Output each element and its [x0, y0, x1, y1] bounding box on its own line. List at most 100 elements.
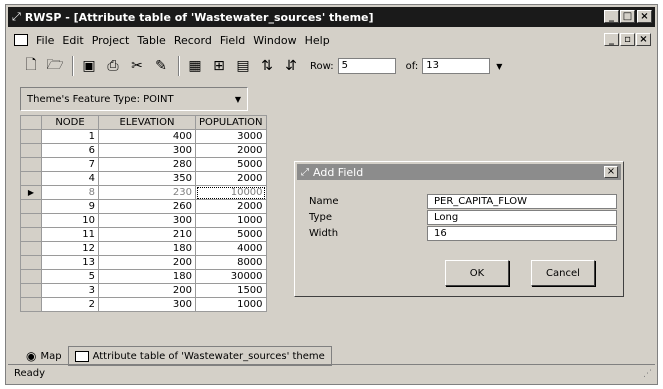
- sort-ascending-icon[interactable]: ⇅: [256, 56, 278, 76]
- table-row[interactable]: 3 200 1500: [20, 283, 267, 298]
- menu-window[interactable]: Window: [253, 34, 296, 47]
- table-cell-population[interactable]: 4000: [195, 241, 267, 256]
- table-row[interactable]: 5 180 30000: [20, 269, 267, 284]
- type-field[interactable]: Long: [427, 210, 617, 225]
- table-row[interactable]: 13 200 8000: [20, 255, 267, 270]
- row-field[interactable]: 5: [337, 58, 396, 74]
- col-header-node[interactable]: NODE: [41, 115, 99, 130]
- table-cell-elevation[interactable]: 180: [98, 269, 196, 284]
- col-header-population[interactable]: POPULATION: [195, 115, 267, 130]
- menu-field[interactable]: Field: [220, 34, 245, 47]
- save-icon[interactable]: ▣: [78, 56, 100, 76]
- cancel-button[interactable]: Cancel: [531, 260, 595, 286]
- tab-map[interactable]: ◉ Map: [20, 347, 68, 365]
- table-cell-node[interactable]: 7: [41, 157, 99, 172]
- table-cell-elevation[interactable]: 300: [98, 297, 196, 312]
- row-header[interactable]: [20, 129, 42, 144]
- width-field[interactable]: 16: [427, 226, 617, 241]
- current-row-pointer-icon[interactable]: ▶: [20, 185, 42, 200]
- menu-edit[interactable]: Edit: [62, 34, 83, 47]
- table-cell-node[interactable]: 2: [41, 297, 99, 312]
- table-cell-elevation[interactable]: 210: [98, 227, 196, 242]
- tab-attribute-table[interactable]: Attribute table of 'Wastewater_sources' …: [67, 346, 332, 366]
- row-header[interactable]: [20, 269, 42, 284]
- row-header[interactable]: [20, 199, 42, 214]
- table-cell-population[interactable]: 5000: [195, 227, 267, 242]
- menu-table[interactable]: Table: [137, 34, 165, 47]
- table-cell-population[interactable]: 2000: [195, 171, 267, 186]
- dropdown-icon[interactable]: ▼: [496, 62, 502, 71]
- chart-icon[interactable]: ▤: [232, 56, 254, 76]
- query-icon[interactable]: ⊞: [208, 56, 230, 76]
- table-cell-population[interactable]: 2000: [195, 199, 267, 214]
- print-icon[interactable]: ⎙: [102, 56, 124, 76]
- table-cell-elevation[interactable]: 280: [98, 157, 196, 172]
- table-cell-node[interactable]: 13: [41, 255, 99, 270]
- row-header[interactable]: [20, 241, 42, 256]
- table-row[interactable]: 11 210 5000: [20, 227, 267, 242]
- row-header[interactable]: [20, 143, 42, 158]
- table-icon[interactable]: ▦: [184, 56, 206, 76]
- table-cell-population[interactable]: 10000: [195, 185, 267, 200]
- col-header-elevation[interactable]: ELEVATION: [98, 115, 196, 130]
- table-row[interactable]: ▶ 8 230 10000: [20, 185, 267, 200]
- table-row[interactable]: 4 350 2000: [20, 171, 267, 186]
- table-cell-population[interactable]: 30000: [195, 269, 267, 284]
- minimize-button[interactable]: _: [604, 10, 619, 23]
- table-cell-population[interactable]: 1000: [195, 297, 267, 312]
- table-cell-elevation[interactable]: 260: [98, 199, 196, 214]
- row-header[interactable]: [20, 157, 42, 172]
- row-header[interactable]: [20, 297, 42, 312]
- doc-minimize-button[interactable]: _: [604, 33, 619, 46]
- name-field[interactable]: PER_CAPITA_FLOW: [427, 194, 617, 209]
- table-row[interactable]: 12 180 4000: [20, 241, 267, 256]
- cut-icon[interactable]: ✂: [126, 56, 148, 76]
- doc-close-button[interactable]: ×: [636, 33, 651, 46]
- table-cell-elevation[interactable]: 400: [98, 129, 196, 144]
- row-header[interactable]: [20, 255, 42, 270]
- table-cell-node[interactable]: 1: [41, 129, 99, 144]
- table-cell-population[interactable]: 1000: [195, 213, 267, 228]
- row-header[interactable]: [20, 171, 42, 186]
- table-cell-node[interactable]: 8: [41, 185, 99, 200]
- table-cell-node[interactable]: 3: [41, 283, 99, 298]
- menu-help[interactable]: Help: [305, 34, 330, 47]
- table-cell-elevation[interactable]: 350: [98, 171, 196, 186]
- close-button[interactable]: ×: [637, 10, 652, 23]
- row-header[interactable]: [20, 227, 42, 242]
- menu-project[interactable]: Project: [92, 34, 130, 47]
- table-row[interactable]: 7 280 5000: [20, 157, 267, 172]
- table-cell-node[interactable]: 6: [41, 143, 99, 158]
- chevron-down-icon[interactable]: ▼: [235, 95, 241, 104]
- table-cell-elevation[interactable]: 230: [98, 185, 196, 200]
- table-cell-population[interactable]: 5000: [195, 157, 267, 172]
- table-cell-node[interactable]: 10: [41, 213, 99, 228]
- menu-file[interactable]: File: [36, 34, 54, 47]
- table-cell-node[interactable]: 9: [41, 199, 99, 214]
- resize-grip-icon[interactable]: ⋰: [643, 369, 652, 379]
- table-row[interactable]: 2 300 1000: [20, 297, 267, 312]
- row-header[interactable]: [20, 283, 42, 298]
- open-folder-icon[interactable]: 🗁: [44, 56, 66, 76]
- table-row[interactable]: 6 300 2000: [20, 143, 267, 158]
- dialog-close-button[interactable]: ×: [604, 166, 618, 178]
- table-cell-elevation[interactable]: 200: [98, 255, 196, 270]
- sort-descending-icon[interactable]: ⇵: [280, 56, 302, 76]
- table-cell-node[interactable]: 12: [41, 241, 99, 256]
- table-cell-elevation[interactable]: 300: [98, 213, 196, 228]
- table-cell-node[interactable]: 4: [41, 171, 99, 186]
- table-cell-elevation[interactable]: 200: [98, 283, 196, 298]
- table-cell-population[interactable]: 1500: [195, 283, 267, 298]
- maximize-button[interactable]: □: [620, 10, 635, 23]
- table-cell-node[interactable]: 5: [41, 269, 99, 284]
- menu-record[interactable]: Record: [174, 34, 212, 47]
- table-row[interactable]: 10 300 1000: [20, 213, 267, 228]
- ok-button[interactable]: OK: [445, 260, 509, 286]
- table-cell-elevation[interactable]: 180: [98, 241, 196, 256]
- doc-restore-button[interactable]: ▫: [620, 33, 635, 46]
- table-cell-population[interactable]: 2000: [195, 143, 267, 158]
- table-cell-elevation[interactable]: 300: [98, 143, 196, 158]
- table-cell-population[interactable]: 3000: [195, 129, 267, 144]
- table-cell-population[interactable]: 8000: [195, 255, 267, 270]
- table-row[interactable]: 9 260 2000: [20, 199, 267, 214]
